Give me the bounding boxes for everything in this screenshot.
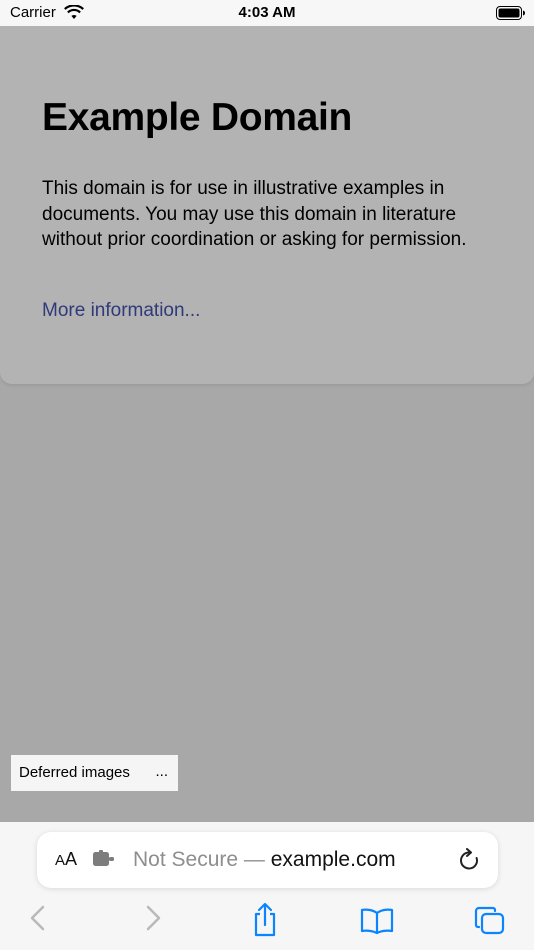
deferred-images-label: Deferred images xyxy=(19,764,130,781)
deferred-images-popup[interactable]: Deferred images ... xyxy=(11,755,178,791)
web-content[interactable]: Example Domain This domain is for use in… xyxy=(0,26,534,822)
page-settings-button[interactable]: AA xyxy=(55,849,77,870)
aa-large-letter: A xyxy=(65,849,78,869)
host-label: example.com xyxy=(270,848,396,871)
example-domain-card: Example Domain This domain is for use in… xyxy=(0,26,534,384)
security-label: Not Secure — xyxy=(133,848,265,871)
status-bar: Carrier 4:03 AM xyxy=(0,0,534,26)
address-bar[interactable]: AA Not Secure — example.com xyxy=(37,832,498,888)
battery-icon xyxy=(496,6,525,20)
tabs-icon[interactable] xyxy=(474,906,506,936)
bookmarks-icon[interactable] xyxy=(360,907,394,935)
clock: 4:03 AM xyxy=(238,4,296,21)
page-description: This domain is for use in illustrative e… xyxy=(42,178,467,250)
page-title: Example Domain xyxy=(42,96,353,139)
deferred-images-more-button[interactable]: ... xyxy=(155,763,168,780)
aa-small-letter: A xyxy=(55,852,66,869)
reload-icon[interactable] xyxy=(458,848,480,872)
extension-icon[interactable] xyxy=(92,850,116,868)
forward-icon[interactable] xyxy=(143,904,163,932)
back-icon[interactable] xyxy=(28,904,48,932)
browser-bottom-bar: AA Not Secure — example.com xyxy=(0,822,534,950)
share-icon[interactable] xyxy=(251,902,279,938)
address-text[interactable]: Not Secure — example.com xyxy=(133,848,396,872)
more-information-link[interactable]: More information... xyxy=(42,300,200,322)
